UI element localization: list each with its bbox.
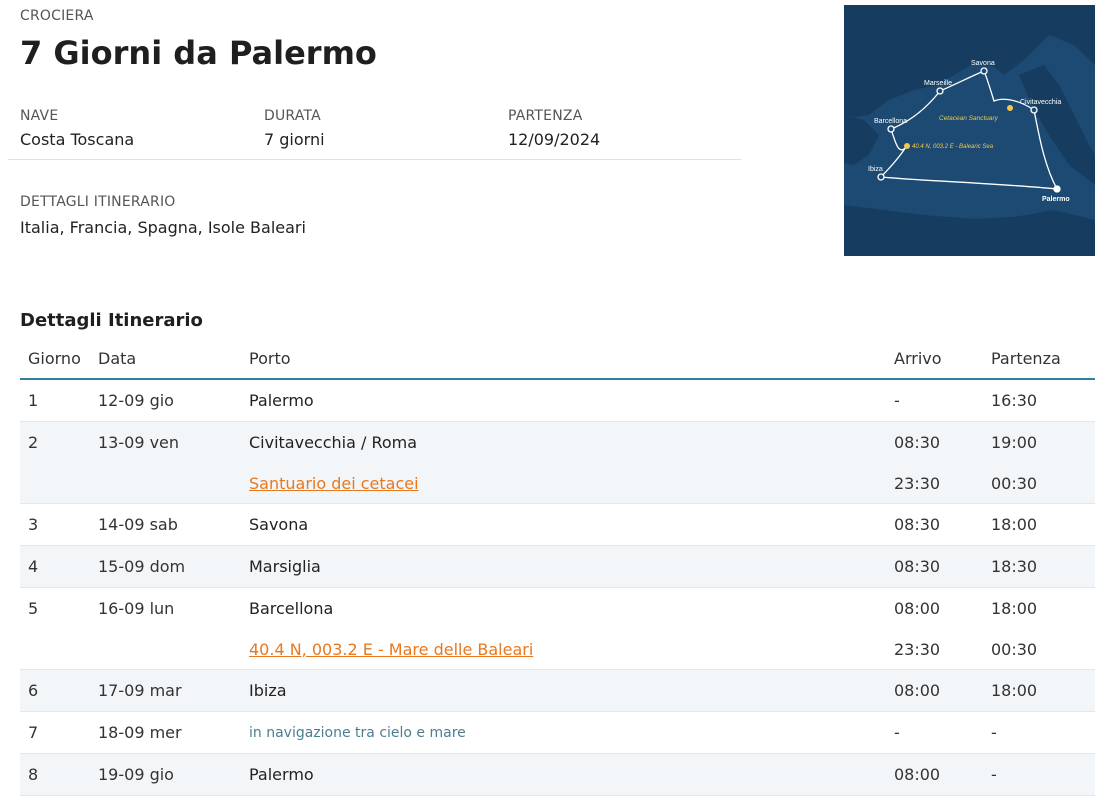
cell-arrival: 08:00 xyxy=(894,765,941,784)
cell-port: Palermo xyxy=(249,765,314,784)
port-marker-ibiza xyxy=(877,173,885,181)
cell-day: 2 xyxy=(28,433,39,452)
map-label-civitavecchia: Civitavecchia xyxy=(1020,99,1061,106)
cell-arrival: 08:00 xyxy=(894,599,941,618)
cruise-kicker: CROCIERA xyxy=(20,8,94,24)
map-label-marseille: Marseille xyxy=(924,80,952,87)
cell-date: 12-09 gio xyxy=(98,391,174,410)
route-map-graphic: Savona Marseille Civitavecchia Barcellon… xyxy=(844,5,1095,256)
cell-departure: 16:30 xyxy=(991,391,1038,410)
link-cetacean-sanctuary[interactable]: Santuario dei cetacei xyxy=(249,474,419,493)
cell-departure: 00:30 xyxy=(991,473,1038,493)
itinerary-summary-label: DETTAGLI ITINERARIO xyxy=(20,194,176,210)
meta-departure-label: PARTENZA xyxy=(508,108,583,124)
port-marker-barcelona xyxy=(887,125,895,133)
cell-day: 5 xyxy=(28,599,39,618)
cell-port: Savona xyxy=(249,515,309,534)
meta-ship-label: NAVE xyxy=(20,108,59,124)
cell-arrival: - xyxy=(894,723,900,742)
table-row: 4 15-09 dom Marsiglia 08:30 18:30 xyxy=(20,546,1095,588)
cell-day: 3 xyxy=(28,515,39,534)
table-row: 1 12-09 gio Palermo - 16:30 xyxy=(20,380,1095,422)
cell-port: Marsiglia xyxy=(249,557,321,576)
cell-date: 14-09 sab xyxy=(98,515,178,534)
meta-duration: DURATA 7 giorni xyxy=(264,108,325,149)
cell-date: 16-09 lun xyxy=(98,599,175,618)
meta-departure: PARTENZA 12/09/2024 xyxy=(508,108,600,149)
header-day: Giorno xyxy=(28,348,81,368)
cell-arrival: 08:30 xyxy=(894,515,941,534)
cell-arrival: 08:30 xyxy=(894,557,941,576)
port-marker-palermo xyxy=(1053,185,1061,193)
cell-arrival: 23:30 xyxy=(894,473,941,493)
map-label-savona: Savona xyxy=(971,60,995,67)
map-label-ibiza: Ibiza xyxy=(868,166,883,173)
port-marker-civitavecchia xyxy=(1030,106,1038,114)
table-row: 7 18-09 mer in navigazione tra cielo e m… xyxy=(20,712,1095,754)
meta-duration-label: DURATA xyxy=(264,108,321,124)
header-departure: Partenza xyxy=(991,348,1061,368)
header-arrival: Arrivo xyxy=(894,348,942,368)
route-map[interactable]: Savona Marseille Civitavecchia Barcellon… xyxy=(844,5,1095,256)
cell-port: Civitavecchia / Roma xyxy=(249,433,418,452)
map-note-balearic: 40.4 N, 003.2 E - Balearic Sea xyxy=(912,144,994,150)
page-title: 7 Giorni da Palermo xyxy=(20,34,377,72)
port-marker-savona xyxy=(980,67,988,75)
cell-arrival: - xyxy=(894,391,900,410)
cell-date: 15-09 dom xyxy=(98,557,186,576)
cell-port: Palermo xyxy=(249,391,314,410)
cell-departure: 18:30 xyxy=(991,557,1038,576)
cell-departure: 18:00 xyxy=(991,515,1038,534)
cell-departure: - xyxy=(991,765,997,784)
cell-port-at-sea: in navigazione tra cielo e mare xyxy=(249,724,466,741)
section-title: Dettagli Itinerario xyxy=(20,310,203,331)
cell-day: 1 xyxy=(28,391,39,410)
cell-arrival: 08:00 xyxy=(894,681,941,700)
cell-day: 8 xyxy=(28,765,39,784)
cell-day: 4 xyxy=(28,557,39,576)
cell-date: 18-09 mer xyxy=(98,723,182,742)
meta-departure-value: 12/09/2024 xyxy=(508,130,601,149)
cell-port: Ibiza xyxy=(249,681,287,700)
map-note-sanctuary: Cetacean Sanctuary xyxy=(939,115,999,122)
meta-ship: NAVE Costa Toscana xyxy=(20,108,134,149)
itinerary-table: Giorno Data Porto Arrivo Partenza 1 12-0… xyxy=(20,338,1095,796)
table-row: 8 19-09 gio Palermo 08:00 - xyxy=(20,754,1095,796)
cell-departure: - xyxy=(991,723,997,742)
table-row: 2 13-09 ven Civitavecchia / Roma 08:30 1… xyxy=(20,422,1095,504)
cell-arrival: 23:30 xyxy=(894,639,941,659)
cell-port: Barcellona xyxy=(249,599,334,618)
note-marker-balearic xyxy=(904,143,910,149)
map-label-palermo: Palermo xyxy=(1042,196,1070,203)
cell-day: 7 xyxy=(28,723,39,742)
port-marker-marseille xyxy=(936,87,944,95)
table-header: Giorno Data Porto Arrivo Partenza xyxy=(20,338,1095,380)
cell-arrival: 08:30 xyxy=(894,433,941,452)
note-marker-sanctuary xyxy=(1007,105,1013,111)
map-label-barcelona: Barcellona xyxy=(874,118,907,125)
table-row: 6 17-09 mar Ibiza 08:00 18:00 xyxy=(20,670,1095,712)
itinerary-summary: DETTAGLI ITINERARIO Italia, Francia, Spa… xyxy=(20,194,306,237)
header-port: Porto xyxy=(249,348,291,368)
table-row: 5 16-09 lun Barcellona 08:00 18:00 40.4 … xyxy=(20,588,1095,670)
meta-duration-value: 7 giorni xyxy=(264,130,325,149)
cell-date: 13-09 ven xyxy=(98,433,180,452)
itinerary-summary-value: Italia, Francia, Spagna, Isole Baleari xyxy=(20,218,306,237)
header-date: Data xyxy=(98,348,137,368)
cell-departure: 18:00 xyxy=(991,599,1038,618)
meta-ship-value: Costa Toscana xyxy=(20,130,135,149)
cell-date: 17-09 mar xyxy=(98,681,182,700)
meta-divider xyxy=(8,159,741,160)
table-row: 3 14-09 sab Savona 08:30 18:00 xyxy=(20,504,1095,546)
cell-date: 19-09 gio xyxy=(98,765,174,784)
link-balearic-sea[interactable]: 40.4 N, 003.2 E - Mare delle Baleari xyxy=(249,640,533,659)
cell-departure: 18:00 xyxy=(991,681,1038,700)
cell-departure: 00:30 xyxy=(991,639,1038,659)
cell-departure: 19:00 xyxy=(991,433,1038,452)
cell-day: 6 xyxy=(28,681,39,700)
